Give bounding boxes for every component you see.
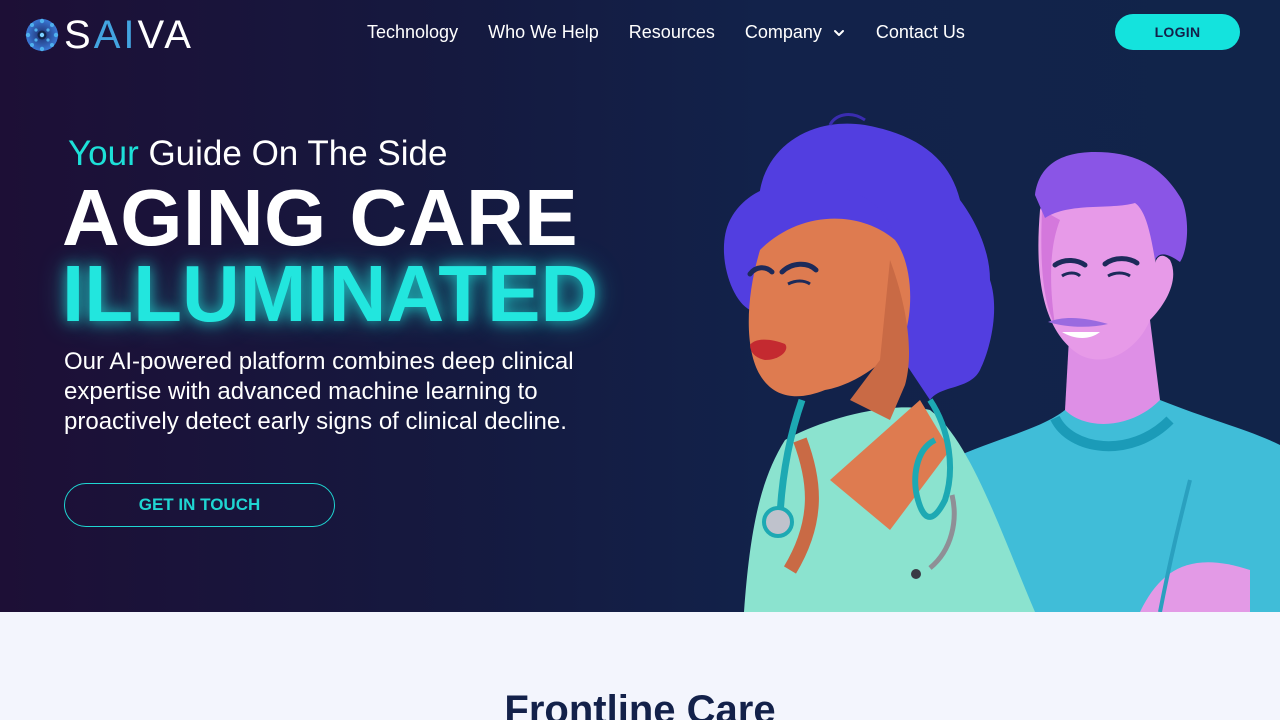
hero-section: SAIVA Technology Who We Help Resources C… bbox=[0, 0, 1280, 612]
hero-description: Our AI-powered platform combines deep cl… bbox=[64, 348, 574, 435]
female-nurse-figure bbox=[723, 113, 1035, 612]
nav-who-we-help[interactable]: Who We Help bbox=[488, 22, 599, 43]
nav-company[interactable]: Company bbox=[745, 22, 846, 43]
saiva-mark-icon bbox=[25, 18, 59, 52]
logo-wordmark: SAIVA bbox=[64, 13, 194, 57]
tagline-accent: Your bbox=[68, 134, 139, 173]
chevron-down-icon bbox=[833, 29, 844, 36]
hero-tagline: Your Guide On The Side bbox=[68, 134, 447, 174]
hero-headline-line2: ILLUMINATED bbox=[62, 249, 599, 338]
section-title-frontline-care: Frontline Care bbox=[504, 688, 776, 720]
nav-contact-us[interactable]: Contact Us bbox=[876, 22, 965, 43]
nav-resources[interactable]: Resources bbox=[629, 22, 715, 43]
healthcare-workers-illustration bbox=[723, 113, 1280, 612]
hero-headline-line1: AGING CARE bbox=[62, 173, 579, 262]
tagline-rest: Guide On The Side bbox=[138, 134, 448, 173]
nav-technology[interactable]: Technology bbox=[367, 22, 458, 43]
login-button[interactable]: LOGIN bbox=[1115, 14, 1240, 50]
get-in-touch-button[interactable]: GET IN TOUCH bbox=[64, 483, 335, 527]
saiva-logo[interactable]: SAIVA bbox=[24, 13, 224, 57]
top-navigation: SAIVA Technology Who We Help Resources C… bbox=[0, 0, 1280, 70]
main-menu: Technology Who We Help Resources Company… bbox=[367, 22, 995, 43]
